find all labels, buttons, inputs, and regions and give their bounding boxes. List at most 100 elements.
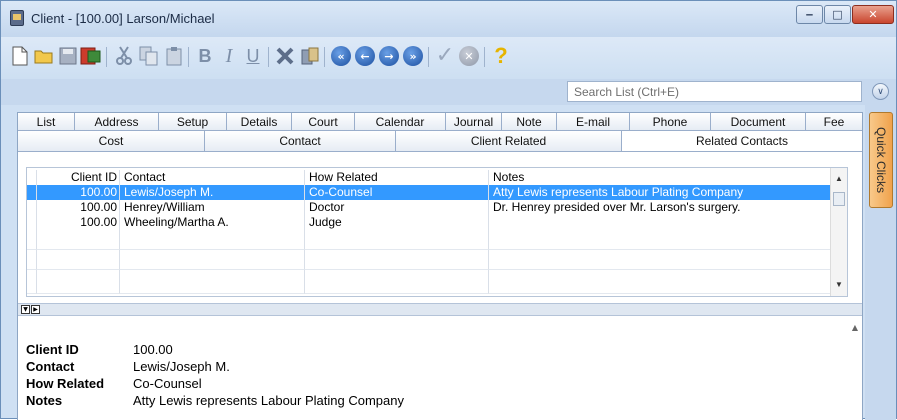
- cell-client-id[interactable]: 100.00: [37, 185, 120, 200]
- empty-row: [27, 250, 837, 270]
- empty-cell: [120, 250, 305, 270]
- grid-header: Client ID Contact How Related Notes: [27, 170, 837, 185]
- main-panel: List Address Setup Details Court Calenda…: [17, 112, 863, 420]
- empty-row: [27, 230, 837, 250]
- tab-contact[interactable]: Contact: [205, 131, 396, 151]
- empty-cell: [489, 250, 837, 270]
- column-header-contact[interactable]: Contact: [120, 170, 305, 185]
- table-row[interactable]: 100.00 Wheeling/Martha A. Judge: [27, 215, 837, 230]
- row-indicator: [27, 185, 37, 200]
- title-bar[interactable]: Client - [100.00] Larson/Michael ‒ □ ✕: [1, 1, 896, 37]
- help-icon[interactable]: ?: [490, 45, 512, 67]
- empty-cell: [120, 230, 305, 250]
- detail-value: Co-Counsel: [133, 376, 202, 391]
- next-record-icon[interactable]: →: [379, 46, 399, 66]
- row-indicator-header: [27, 170, 37, 185]
- last-record-icon[interactable]: »: [403, 46, 423, 66]
- empty-cell: [37, 250, 120, 270]
- toolbar-separator: [188, 47, 189, 67]
- related-contacts-grid: Client ID Contact How Related Notes 100.…: [26, 167, 848, 297]
- grid-scrollbar[interactable]: ▲ ▼: [830, 168, 847, 296]
- tab-list[interactable]: List: [18, 113, 75, 130]
- copy-icon[interactable]: [138, 45, 160, 67]
- chevron-down-icon[interactable]: ∨: [872, 83, 889, 100]
- tab-cost[interactable]: Cost: [18, 131, 205, 151]
- scroll-thumb[interactable]: [833, 192, 845, 206]
- detail-fields: Client ID 100.00 Contact Lewis/Joseph M.…: [26, 341, 404, 409]
- tab-details[interactable]: Details: [227, 113, 292, 130]
- empty-row: [27, 270, 837, 294]
- window-title: Client - [100.00] Larson/Michael: [31, 11, 215, 26]
- italic-icon[interactable]: I: [218, 45, 240, 67]
- tab-journal[interactable]: Journal: [446, 113, 502, 130]
- cell-notes[interactable]: Dr. Henrey presided over Mr. Larson's su…: [489, 200, 837, 215]
- quick-clicks-tab[interactable]: Quick Clicks: [869, 112, 893, 208]
- detail-value: Lewis/Joseph M.: [133, 359, 230, 374]
- empty-cell: [489, 270, 837, 294]
- tab-fee[interactable]: Fee: [806, 113, 862, 130]
- attach-icon[interactable]: [299, 45, 321, 67]
- cell-contact[interactable]: Henrey/William: [120, 200, 305, 215]
- cell-how-related[interactable]: Co-Counsel: [305, 185, 489, 200]
- underline-icon[interactable]: U: [242, 45, 264, 67]
- first-record-icon[interactable]: «: [331, 46, 351, 66]
- tab-email[interactable]: E-mail: [557, 113, 630, 130]
- empty-cell: [27, 250, 37, 270]
- empty-cell: [120, 270, 305, 294]
- minimize-button[interactable]: ‒: [796, 5, 823, 24]
- open-folder-icon[interactable]: [33, 45, 55, 67]
- empty-cell: [37, 270, 120, 294]
- cut-icon[interactable]: [113, 45, 135, 67]
- new-icon[interactable]: [9, 45, 31, 67]
- cell-notes[interactable]: [489, 215, 837, 230]
- client-window: Client - [100.00] Larson/Michael ‒ □ ✕ B…: [0, 0, 897, 420]
- bold-icon[interactable]: B: [194, 45, 216, 67]
- cell-contact[interactable]: Wheeling/Martha A.: [120, 215, 305, 230]
- cell-how-related[interactable]: Judge: [305, 215, 489, 230]
- column-header-client-id[interactable]: Client ID: [37, 170, 120, 185]
- scroll-up-icon[interactable]: ▲: [835, 174, 843, 183]
- cell-contact[interactable]: Lewis/Joseph M.: [120, 185, 305, 200]
- scroll-down-icon[interactable]: ▼: [835, 280, 843, 289]
- pane-splitter[interactable]: ▼ ▶: [18, 303, 862, 316]
- save-icon[interactable]: [57, 45, 79, 67]
- delete-icon[interactable]: [274, 45, 296, 67]
- tab-calendar[interactable]: Calendar: [355, 113, 446, 130]
- tab-address[interactable]: Address: [75, 113, 159, 130]
- column-header-notes[interactable]: Notes: [489, 170, 837, 185]
- toolbar-separator: [106, 47, 107, 67]
- tab-client-related[interactable]: Client Related: [396, 131, 622, 151]
- empty-cell: [305, 270, 489, 294]
- tab-document[interactable]: Document: [711, 113, 806, 130]
- detail-panel: ▲ Client ID 100.00 Contact Lewis/Joseph …: [18, 317, 862, 420]
- search-input[interactable]: Search List (Ctrl+E): [567, 81, 862, 102]
- tab-note[interactable]: Note: [502, 113, 557, 130]
- cancel-icon[interactable]: ✕: [459, 46, 479, 66]
- column-header-how-related[interactable]: How Related: [305, 170, 489, 185]
- detail-label: How Related: [26, 376, 105, 391]
- save-close-icon[interactable]: [80, 45, 102, 67]
- cell-notes[interactable]: Atty Lewis represents Labour Plating Com…: [489, 185, 837, 200]
- cell-client-id[interactable]: 100.00: [37, 200, 120, 215]
- table-row[interactable]: 100.00 Henrey/William Doctor Dr. Henrey …: [27, 200, 837, 215]
- tab-phone[interactable]: Phone: [630, 113, 711, 130]
- row-indicator: [27, 200, 37, 215]
- collapse-right-icon[interactable]: ▶: [31, 305, 40, 314]
- scroll-up-icon[interactable]: ▲: [852, 323, 858, 332]
- tab-related-contacts[interactable]: Related Contacts: [622, 131, 862, 151]
- close-button[interactable]: ✕: [852, 5, 894, 24]
- detail-value: Atty Lewis represents Labour Plating Com…: [133, 393, 404, 408]
- collapse-down-icon[interactable]: ▼: [21, 305, 30, 314]
- maximize-button[interactable]: □: [824, 5, 851, 24]
- paste-icon[interactable]: [163, 45, 185, 67]
- previous-record-icon[interactable]: ←: [355, 46, 375, 66]
- check-icon[interactable]: ✓: [434, 45, 456, 67]
- table-row[interactable]: 100.00 Lewis/Joseph M. Co-Counsel Atty L…: [27, 185, 837, 200]
- toolbar: B I U « ← → » ✓ ✕ ?: [1, 37, 896, 79]
- tab-setup[interactable]: Setup: [159, 113, 227, 130]
- row-indicator: [27, 215, 37, 230]
- cell-client-id[interactable]: 100.00: [37, 215, 120, 230]
- cell-how-related[interactable]: Doctor: [305, 200, 489, 215]
- tab-court[interactable]: Court: [292, 113, 355, 130]
- empty-cell: [489, 230, 837, 250]
